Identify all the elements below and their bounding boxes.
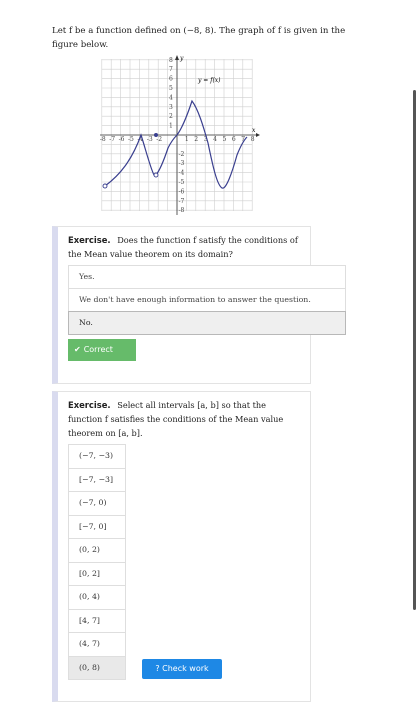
- exercise-2-title: Exercise.: [68, 400, 111, 410]
- interval-option[interactable]: (−7, 0): [68, 491, 126, 515]
- interval-option-selected[interactable]: (0, 8): [68, 655, 126, 680]
- curve-label: y = f(x): [197, 77, 221, 84]
- y-tick-label: -2: [179, 151, 185, 158]
- x-tick-label: -6: [119, 136, 125, 143]
- function-graph: y x -8 -7 -6 -5 -4 -3 -2 1 2 3 4 5 6 7 812345678-2-3-4…: [100, 55, 260, 215]
- exercise-mvt-intervals: Exercise. Select all intervals [a, b] so…: [52, 391, 311, 702]
- y-tick-label: -8: [179, 207, 185, 214]
- y-tick-label: 6: [169, 76, 173, 83]
- x-tick-label: -5: [128, 136, 134, 143]
- y-tick-label: 7: [169, 66, 173, 73]
- x-tick-label: -2: [156, 136, 162, 143]
- x-tick-label: -3: [147, 136, 153, 143]
- y-tick-label: -6: [179, 188, 185, 195]
- checkmark-icon: ✔: [74, 345, 81, 354]
- exercise-2-text: Exercise. Select all intervals [a, b] so…: [58, 392, 310, 444]
- x-tick-label: 5: [223, 136, 227, 143]
- intro-text: Let f be a function defined on (−8, 8). …: [52, 26, 346, 50]
- exercise-mvt-domain: Exercise. Does the function f satisfy th…: [52, 226, 346, 384]
- y-tick-label: -7: [179, 198, 185, 205]
- x-tick-label: -8: [100, 136, 106, 143]
- interval-option[interactable]: (−7, −3): [68, 444, 126, 468]
- x-tick-label: 4: [213, 136, 217, 143]
- y-tick-label: -5: [179, 179, 185, 186]
- exercise-1-text: Exercise. Does the function f satisfy th…: [58, 227, 310, 265]
- y-tick-label: -4: [179, 170, 185, 177]
- open-point: [153, 172, 159, 178]
- choice-no[interactable]: No.: [68, 311, 346, 335]
- y-tick-label: 5: [169, 85, 173, 92]
- interval-option[interactable]: (0, 4): [68, 585, 126, 609]
- x-tick-label: 8: [251, 136, 255, 143]
- interval-option[interactable]: [4, 7]: [68, 608, 126, 632]
- x-tick-label: 2: [194, 136, 198, 143]
- y-tick-label: -3: [179, 160, 185, 167]
- interval-option[interactable]: (4, 7): [68, 632, 126, 656]
- interval-option[interactable]: [−7, 0]: [68, 514, 126, 538]
- y-tick-label: 1: [169, 123, 173, 130]
- x-tick-label: 1: [185, 136, 189, 143]
- choice-not-enough-info[interactable]: We don't have enough information to answ…: [68, 288, 346, 311]
- interval-option[interactable]: [0, 2]: [68, 561, 126, 585]
- interval-option[interactable]: (0, 2): [68, 538, 126, 562]
- filled-point: [154, 133, 158, 137]
- y-tick-label: 2: [169, 113, 173, 120]
- check-work-button[interactable]: ? Check work: [142, 659, 222, 679]
- open-endpoint-left: [102, 183, 108, 189]
- y-axis-label: y: [179, 55, 184, 62]
- exercise-2-choices: (−7, −3) [−7, −3] (−7, 0) [−7, 0] (0, 2)…: [68, 444, 126, 680]
- correct-feedback-label: Correct: [83, 345, 113, 354]
- choice-yes[interactable]: Yes.: [68, 265, 346, 288]
- x-tick-label: 6: [232, 136, 236, 143]
- y-tick-label: 3: [169, 104, 173, 111]
- x-tick-label: -7: [109, 136, 115, 143]
- x-axis-label: x: [252, 127, 256, 134]
- y-tick-label: 4: [169, 94, 173, 101]
- exercise-1-choices: Yes. We don't have enough information to…: [68, 265, 346, 335]
- interval-option[interactable]: [−7, −3]: [68, 467, 126, 491]
- exercise-1-title: Exercise.: [68, 235, 111, 245]
- page-scrollbar[interactable]: [413, 90, 416, 610]
- y-tick-label: 8: [169, 57, 173, 64]
- correct-feedback-badge: ✔ Correct: [68, 339, 136, 361]
